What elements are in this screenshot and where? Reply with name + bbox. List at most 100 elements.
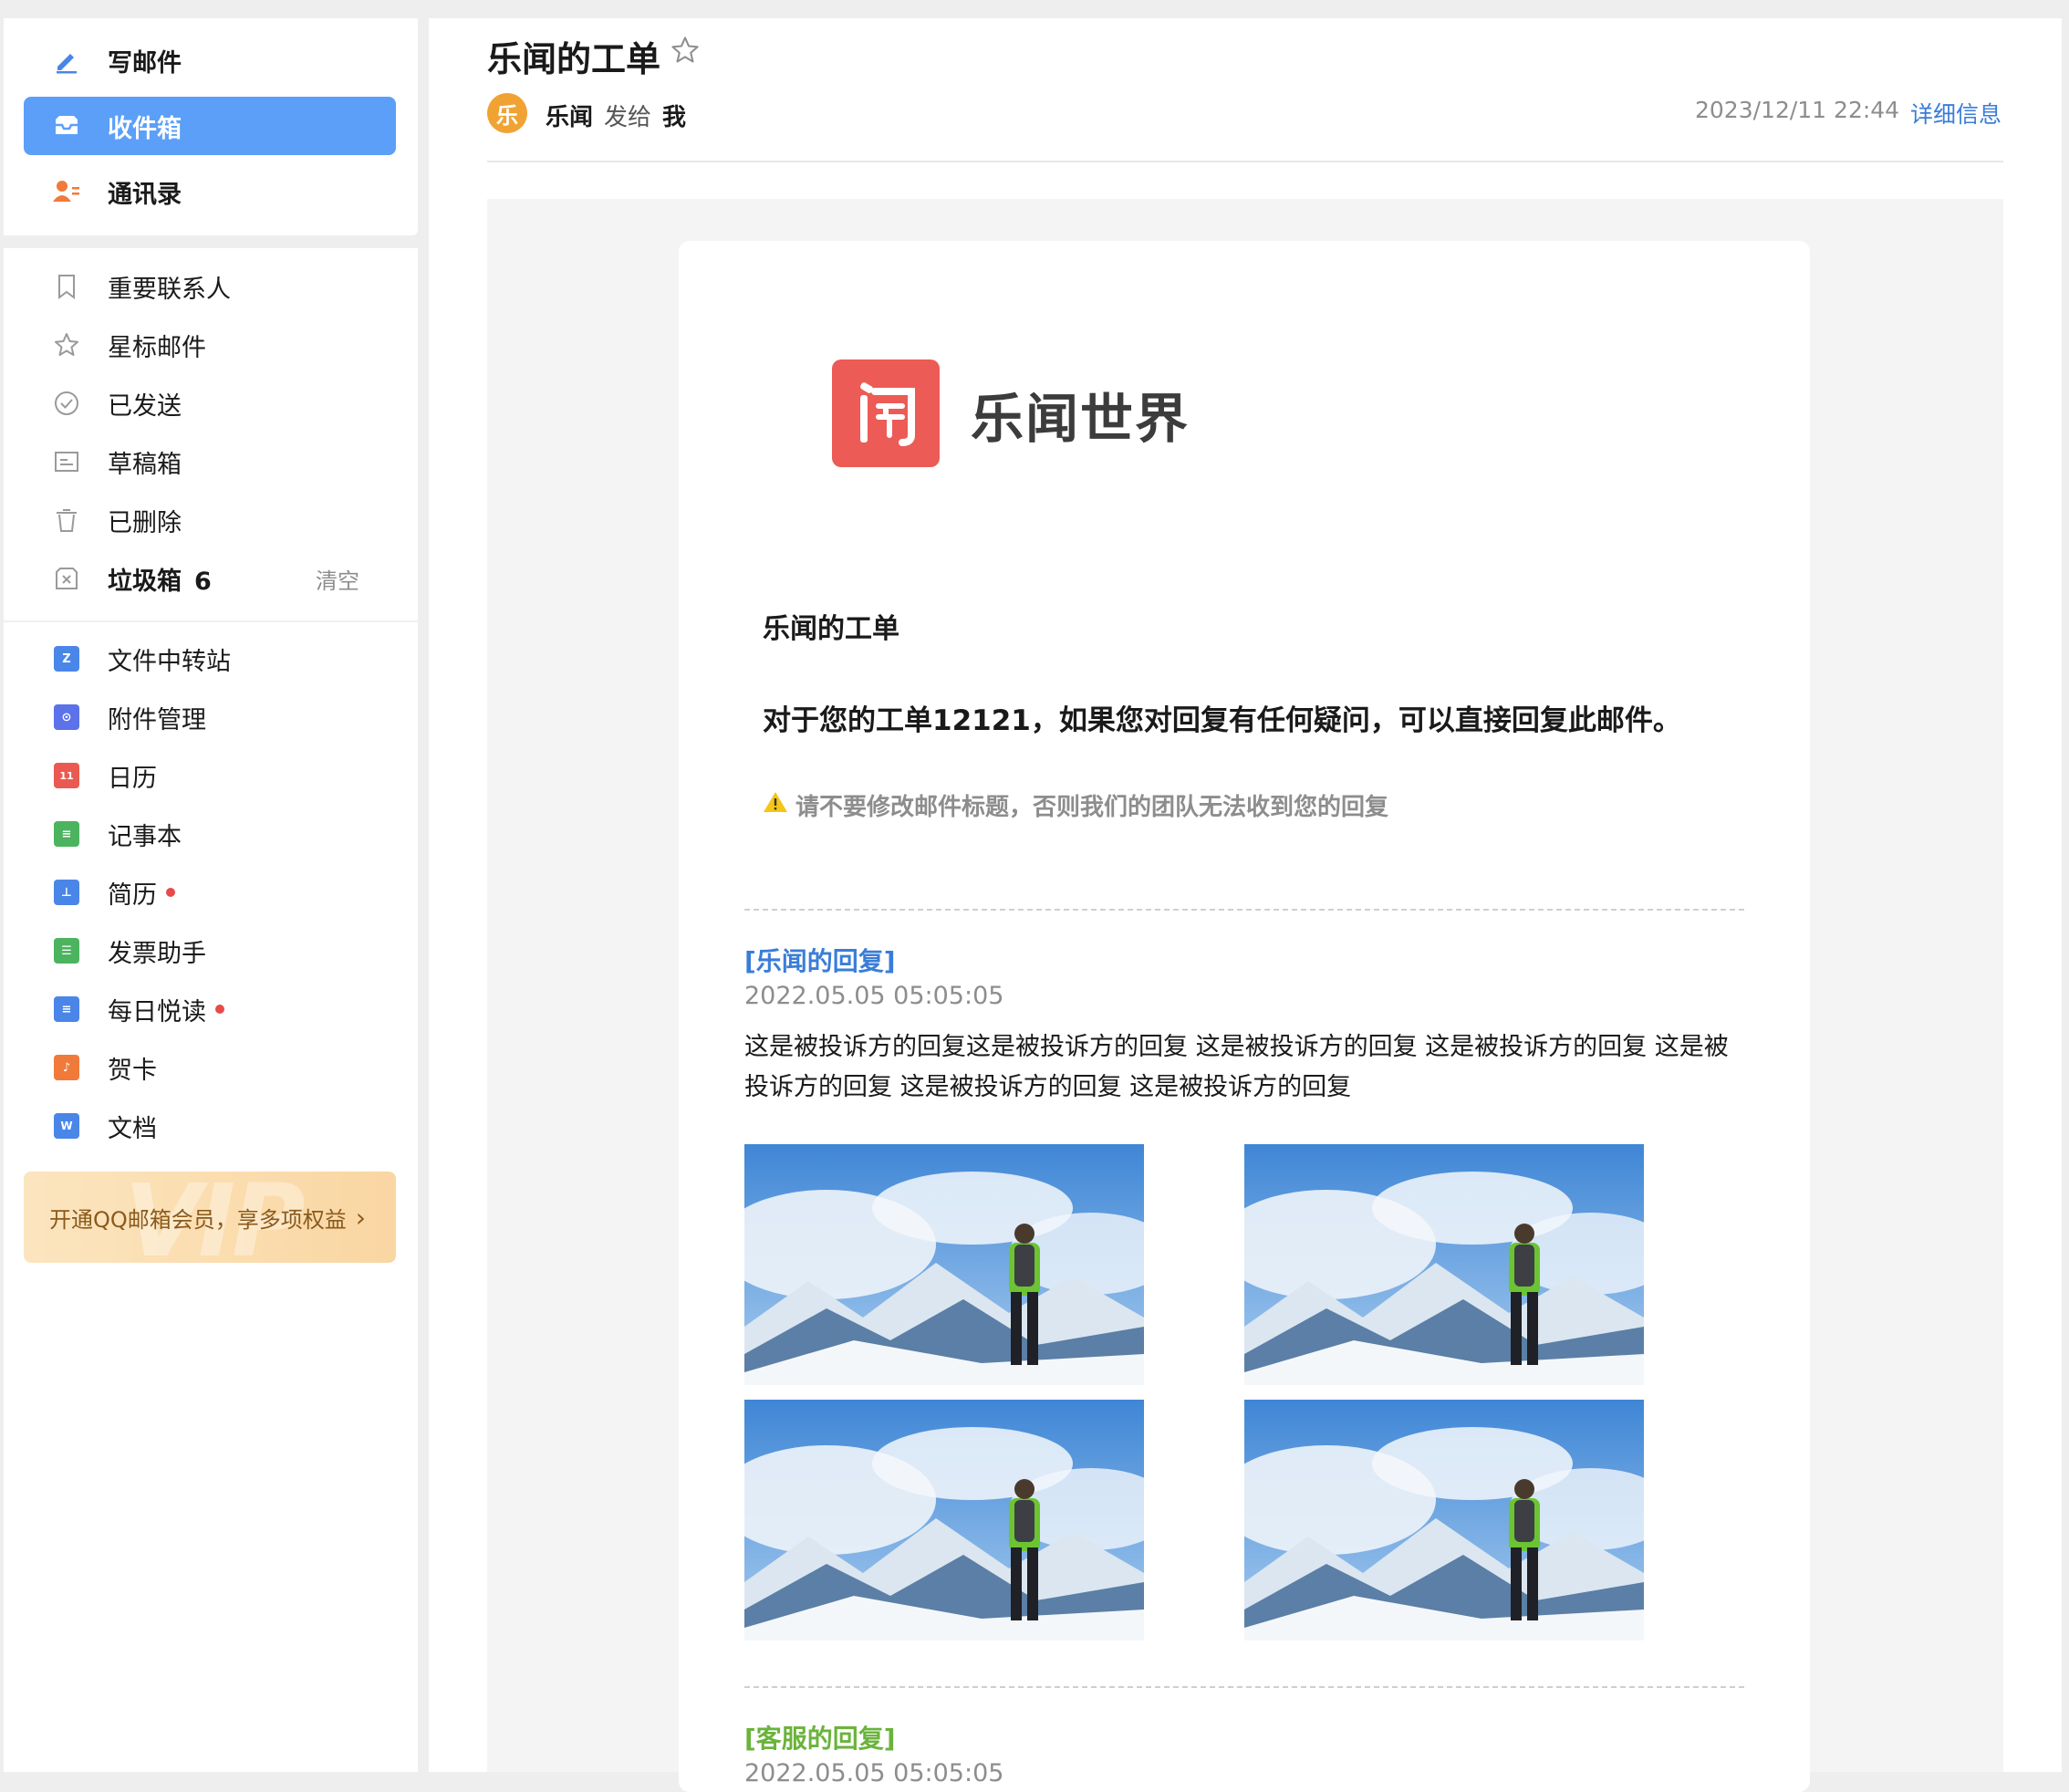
compose-button[interactable]: 写邮件 bbox=[24, 31, 396, 89]
spam-icon bbox=[51, 563, 82, 594]
app-label: 文档 bbox=[108, 1114, 157, 1143]
mail-reading-pane: 乐闻的工单 乐 乐闻 发给我 2023/12/11 22:44 详细信息 乐闻世界… bbox=[429, 18, 2062, 1792]
draft-icon bbox=[51, 446, 82, 477]
warning-notice: 请不要修改邮件标题，否则我们的团队无法收到您的回复 bbox=[763, 788, 1388, 822]
app-label: 发票助手 bbox=[108, 939, 206, 968]
spam-count-badge: 6 bbox=[194, 567, 212, 596]
sidebar-primary-panel: 写邮件 收件箱 通讯录 bbox=[4, 18, 418, 235]
chevron-right-icon: › bbox=[355, 1202, 366, 1233]
sidebar-item-attachments[interactable]: ⊙ 附件管理 bbox=[24, 688, 396, 746]
header-divider bbox=[487, 161, 2003, 162]
vip-promo-text: 开通QQ邮箱会员，享多项权益 bbox=[49, 1206, 347, 1233]
app-label: 记事本 bbox=[108, 822, 182, 851]
recipient-name[interactable]: 我 bbox=[662, 104, 686, 131]
brand-logo bbox=[832, 359, 940, 467]
attachment-icon: ⊙ bbox=[51, 702, 82, 733]
mountain-hiker-image bbox=[1244, 1144, 1644, 1385]
vip-promo-banner[interactable]: VIP 开通QQ邮箱会员，享多项权益 › bbox=[24, 1172, 396, 1263]
file-transfer-glyph: Z bbox=[54, 646, 79, 672]
sidebar-item-file-transfer[interactable]: Z 文件中转站 bbox=[24, 630, 396, 688]
document-glyph: W bbox=[54, 1113, 79, 1139]
reply-date-support: 2022.05.05 05:05:05 bbox=[744, 1759, 1004, 1787]
invoice-icon: ☰ bbox=[51, 935, 82, 966]
file-transfer-icon: Z bbox=[51, 643, 82, 674]
contacts-icon bbox=[51, 176, 82, 207]
check-circle-icon bbox=[51, 388, 82, 419]
folder-label: 草稿箱 bbox=[108, 450, 182, 479]
spam-label: 垃圾箱 6 bbox=[108, 561, 212, 597]
brand-name: 乐闻世界 bbox=[971, 388, 1190, 450]
sidebar-item-starred[interactable]: 星标邮件 bbox=[24, 316, 396, 374]
inbox-icon bbox=[51, 110, 82, 141]
warning-icon bbox=[763, 790, 788, 820]
reply-label-support: [客服的回复] bbox=[744, 1724, 896, 1754]
contacts-label: 通讯录 bbox=[108, 180, 182, 209]
folder-label: 已发送 bbox=[108, 391, 182, 421]
sidebar-item-invoice[interactable]: ☰ 发票助手 bbox=[24, 922, 396, 980]
brand-logo-icon bbox=[860, 382, 915, 446]
sent-to-word: 发给 bbox=[604, 104, 652, 131]
invoice-glyph: ☰ bbox=[54, 938, 79, 964]
attachment-glyph: ⊙ bbox=[54, 704, 79, 730]
mail-subject: 乐闻的工单 bbox=[487, 39, 661, 79]
sidebar-item-contacts[interactable]: 通讯录 bbox=[24, 162, 396, 221]
app-label: 附件管理 bbox=[108, 705, 206, 735]
star-icon bbox=[671, 36, 699, 63]
app-label: 日历 bbox=[108, 764, 157, 793]
sidebar-item-greeting-card[interactable]: ♪ 贺卡 bbox=[24, 1038, 396, 1097]
mountain-hiker-image bbox=[1244, 1400, 1644, 1641]
resume-glyph: ⊥ bbox=[54, 880, 79, 905]
document-icon: W bbox=[51, 1110, 82, 1141]
sidebar-item-vip-contacts[interactable]: 重要联系人 bbox=[24, 257, 396, 316]
reply-label-company: [乐闻的回复] bbox=[744, 946, 896, 976]
sidebar-item-documents[interactable]: W 文档 bbox=[24, 1097, 396, 1155]
sidebar-item-inbox[interactable]: 收件箱 bbox=[24, 97, 396, 155]
daily-read-icon: ≡ bbox=[51, 994, 82, 1025]
sender-line: 乐闻 发给我 bbox=[546, 99, 686, 132]
daily-read-glyph: ≡ bbox=[54, 996, 79, 1022]
notification-dot bbox=[166, 888, 175, 897]
details-link[interactable]: 详细信息 bbox=[1910, 97, 2001, 130]
spam-label-text: 垃圾箱 bbox=[108, 567, 182, 596]
bookmark-icon bbox=[51, 271, 82, 302]
sidebar-item-notepad[interactable]: ≡ 记事本 bbox=[24, 805, 396, 863]
sidebar-divider bbox=[4, 620, 418, 622]
star-icon bbox=[51, 329, 82, 360]
app-label: 文件中转站 bbox=[108, 647, 231, 676]
app-label: 每日悦读 bbox=[108, 992, 224, 1027]
folder-label: 星标邮件 bbox=[108, 333, 206, 362]
app-label: 贺卡 bbox=[108, 1056, 157, 1085]
resume-icon: ⊥ bbox=[51, 877, 82, 908]
sidebar-item-calendar[interactable]: 11 日历 bbox=[24, 746, 396, 805]
sidebar-item-daily-read[interactable]: ≡ 每日悦读 bbox=[24, 980, 396, 1038]
reply-photo[interactable] bbox=[1244, 1144, 1644, 1385]
mail-body-background: 乐闻世界 乐闻的工单 对于您的工单12121，如果您对回复有任何疑问，可以直接回… bbox=[487, 199, 2003, 1792]
trash-icon bbox=[51, 505, 82, 536]
mail-date: 2023/12/11 22:44 bbox=[1695, 97, 1900, 123]
reply-photo[interactable] bbox=[744, 1400, 1144, 1641]
warning-text: 请不要修改邮件标题，否则我们的团队无法收到您的回复 bbox=[795, 794, 1389, 821]
daily-read-label-text: 每日悦读 bbox=[108, 997, 206, 1026]
reply-text-company: 这是被投诉方的回复这是被投诉方的回复 这是被投诉方的回复 这是被投诉方的回复 这… bbox=[744, 1033, 1729, 1101]
calendar-icon: 11 bbox=[51, 760, 82, 791]
sidebar-item-resume[interactable]: ⊥ 简历 bbox=[24, 863, 396, 922]
inbox-label: 收件箱 bbox=[108, 114, 182, 143]
sidebar-item-sent[interactable]: 已发送 bbox=[24, 374, 396, 432]
notepad-glyph: ≡ bbox=[54, 821, 79, 847]
greeting-card-glyph: ♪ bbox=[54, 1055, 79, 1080]
sidebar-item-spam[interactable]: 垃圾箱 6 清空 bbox=[24, 549, 396, 608]
sender-name[interactable]: 乐闻 bbox=[546, 104, 593, 131]
sidebar-item-drafts[interactable]: 草稿箱 bbox=[24, 432, 396, 491]
avatar[interactable]: 乐 bbox=[487, 93, 527, 133]
reply-photo[interactable] bbox=[744, 1144, 1144, 1385]
greeting-card-icon: ♪ bbox=[51, 1052, 82, 1083]
section-divider bbox=[744, 909, 1744, 911]
sidebar-item-deleted[interactable]: 已删除 bbox=[24, 491, 396, 549]
empty-spam-button[interactable]: 清空 bbox=[316, 563, 359, 595]
ticket-message: 对于您的工单12121，如果您对回复有任何疑问，可以直接回复此邮件。 bbox=[763, 704, 1681, 737]
mountain-hiker-image bbox=[744, 1144, 1144, 1385]
mountain-hiker-image bbox=[744, 1400, 1144, 1641]
folder-label: 重要联系人 bbox=[108, 275, 231, 304]
reply-photo[interactable] bbox=[1244, 1400, 1644, 1641]
star-mail-button[interactable] bbox=[670, 35, 701, 66]
